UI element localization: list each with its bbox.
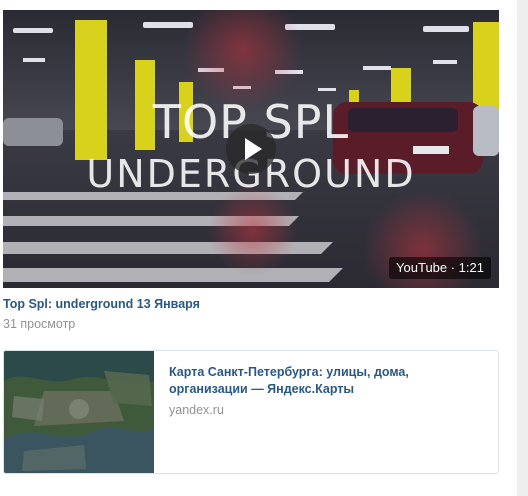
post-card: TOP SPL UNDERGROUND YouTube · 1:21 Top S… bbox=[0, 0, 517, 496]
link-title[interactable]: Карта Санкт-Петербурга: улицы, дома, орг… bbox=[169, 364, 487, 398]
link-domain: yandex.ru bbox=[169, 403, 224, 417]
video-title-link[interactable]: Top Spl: underground 13 Января bbox=[3, 297, 200, 311]
video-views: 31 просмотр bbox=[3, 317, 76, 331]
play-icon[interactable] bbox=[226, 124, 276, 174]
duration-badge: YouTube · 1:21 bbox=[389, 257, 491, 279]
map-thumbnail bbox=[4, 351, 154, 473]
page-background-strip bbox=[517, 0, 528, 496]
link-attachment[interactable]: Карта Санкт-Петербурга: улицы, дома, орг… bbox=[3, 350, 499, 474]
video-player[interactable]: TOP SPL UNDERGROUND YouTube · 1:21 bbox=[3, 10, 499, 288]
